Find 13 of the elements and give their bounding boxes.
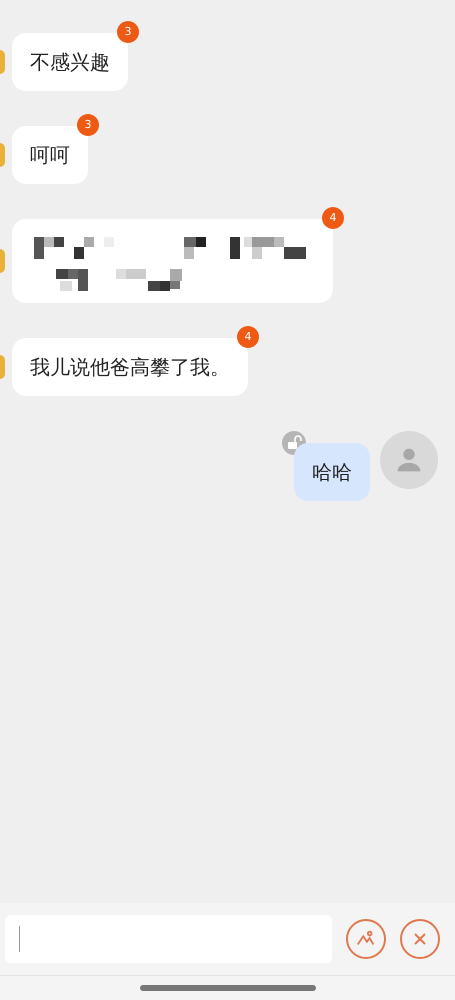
message-input-field[interactable] xyxy=(5,915,332,963)
message-bubble: 哈哈 xyxy=(294,443,370,501)
image-button[interactable] xyxy=(346,919,386,959)
close-button[interactable] xyxy=(400,919,440,959)
avatar-icon xyxy=(0,355,5,379)
unread-count-badge: 3 xyxy=(77,114,99,136)
unread-count-badge: 4 xyxy=(322,207,344,229)
avatar-icon xyxy=(0,249,5,273)
avatar-icon xyxy=(0,143,5,167)
unread-count-badge: 3 xyxy=(117,21,139,43)
close-icon xyxy=(412,931,428,947)
avatar-icon xyxy=(0,50,5,74)
unread-count-badge: 4 xyxy=(237,326,259,348)
